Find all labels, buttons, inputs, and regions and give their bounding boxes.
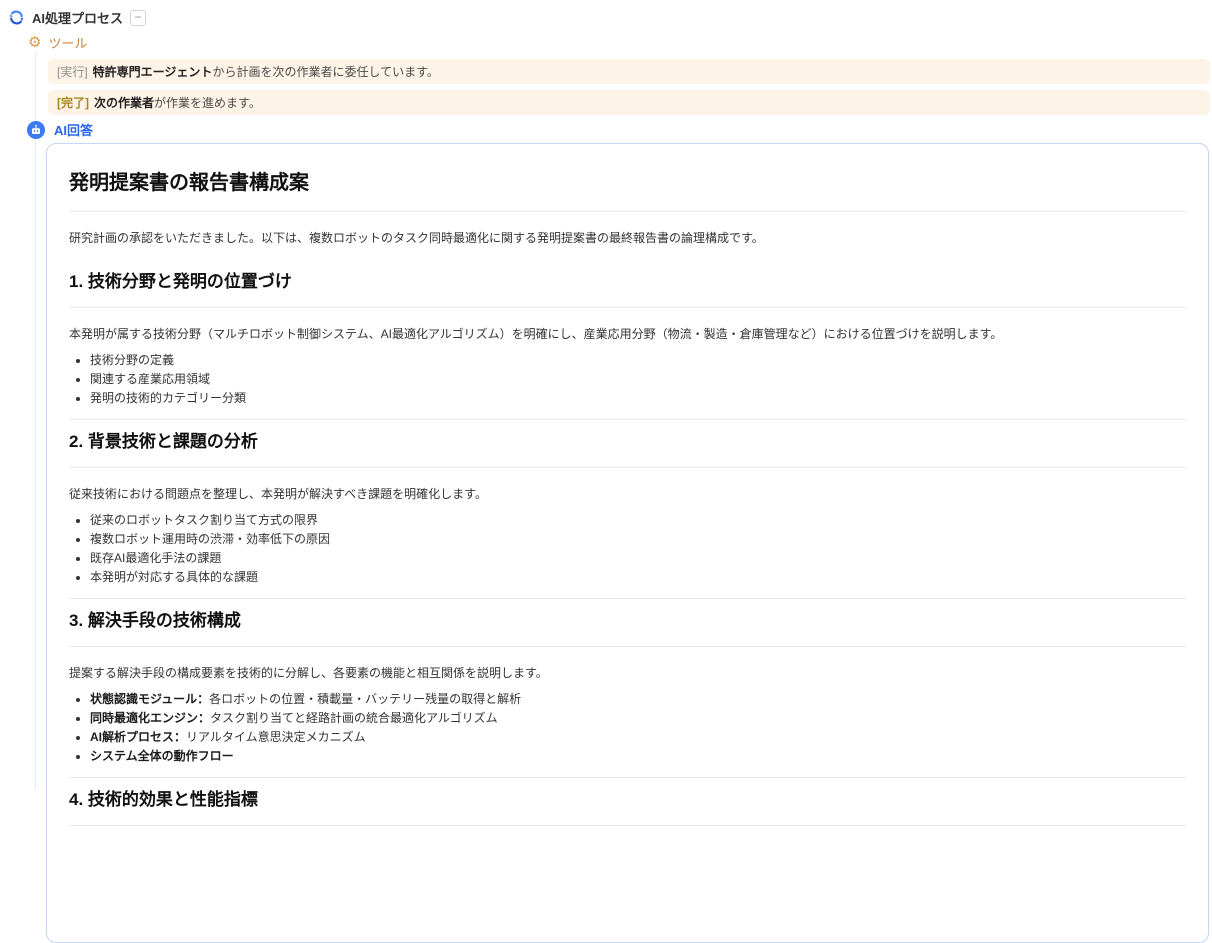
tools-label: ツール bbox=[48, 36, 88, 51]
bullet-item: 従来のロボットタスク割り当て方式の限界 bbox=[90, 511, 1186, 530]
status-worker-name: 次の作業者 bbox=[94, 96, 155, 110]
section-heading: 1. 技術分野と発明の位置づけ bbox=[69, 271, 1186, 308]
section-bullet-list: 従来のロボットタスク割り当て方式の限界複数ロボット運用時の渋滞・効率低下の原因既… bbox=[69, 511, 1186, 587]
section-paragraph: 従来技術における問題点を整理し、本発明が解決すべき課題を明確化します。 bbox=[69, 487, 487, 501]
section-bullet-list: 状態認識モジュール：各ロボットの位置・積載量・バッテリー残量の取得と解析同時最適… bbox=[69, 690, 1186, 766]
ai-process-header: AI処理プロセス − bbox=[8, 8, 147, 27]
ai-answer-label: AI回答 bbox=[54, 123, 94, 138]
status-message-executing: [実行] 特許専門エージェント から計画を次の作業者に委任しています。 bbox=[48, 59, 1210, 84]
collapse-button[interactable]: − bbox=[130, 9, 147, 26]
status-tag-completed: [完了] bbox=[57, 96, 89, 110]
section-heading: 2. 背景技術と課題の分析 bbox=[69, 431, 1186, 468]
document-intro: 研究計画の承認をいただきました。以下は、複数ロボットのタスク同時最適化に関する発… bbox=[69, 231, 764, 245]
bullet-item: 同時最適化エンジン：タスク割り当てと経路計画の統合最適化アルゴリズム bbox=[90, 709, 1186, 728]
section-paragraph: 提案する解決手段の構成要素を技術的に分解し、各要素の機能と相互関係を説明します。 bbox=[69, 666, 548, 680]
section-heading: 3. 解決手段の技術構成 bbox=[69, 610, 1186, 647]
section-paragraph: 本発明が属する技術分野（マルチロボット制御システム、AI最適化アルゴリズム）を明… bbox=[69, 327, 1003, 341]
ai-answer-panel: 発明提案書の報告書構成案 研究計画の承認をいただきました。以下は、複数ロボットの… bbox=[46, 143, 1209, 943]
status-text: から計画を次の作業者に委任しています。 bbox=[212, 65, 439, 79]
bullet-item: 状態認識モジュール：各ロボットの位置・積載量・バッテリー残量の取得と解析 bbox=[90, 690, 1186, 709]
bullet-item: システム全体の動作フロー bbox=[90, 747, 1186, 766]
process-title: AI処理プロセス bbox=[32, 11, 124, 26]
bullet-item: 発明の技術的カテゴリー分類 bbox=[90, 389, 1186, 408]
bullet-item: 複数ロボット運用時の渋滞・効率低下の原因 bbox=[90, 530, 1186, 549]
status-tag-executing: [実行] bbox=[57, 65, 88, 79]
tools-section-header: ⚙ ツール bbox=[28, 33, 87, 52]
section-bullet-list: 技術分野の定義関連する産業応用領域発明の技術的カテゴリー分類 bbox=[69, 351, 1186, 408]
bullet-item: AI解析プロセス：リアルタイム意思決定メカニズム bbox=[90, 728, 1186, 747]
status-agent-name: 特許専門エージェント bbox=[92, 65, 213, 79]
gear-icon: ⚙ bbox=[28, 33, 42, 51]
bullet-item: 既存AI最適化手法の課題 bbox=[90, 549, 1186, 568]
section-divider bbox=[69, 777, 1186, 778]
bullet-item: 関連する産業応用領域 bbox=[90, 370, 1186, 389]
ai-answer-header: AI回答 bbox=[27, 120, 93, 139]
bullet-item: 技術分野の定義 bbox=[90, 351, 1186, 370]
section-heading: 4. 技術的効果と性能指標 bbox=[69, 789, 1186, 826]
minus-icon: − bbox=[134, 10, 142, 24]
status-message-completed: [完了] 次の作業者 が作業を進めます。 bbox=[48, 90, 1210, 115]
section-divider bbox=[69, 419, 1186, 420]
document-title: 発明提案書の報告書構成案 bbox=[69, 170, 1186, 212]
tree-connector-line bbox=[35, 52, 36, 789]
sync-arrows-icon bbox=[9, 10, 24, 25]
document-sections: 1. 技術分野と発明の位置づけ本発明が属する技術分野（マルチロボット制御システム… bbox=[69, 271, 1186, 826]
status-text: が作業を進めます。 bbox=[154, 96, 261, 110]
robot-icon bbox=[27, 120, 45, 139]
section-divider bbox=[69, 598, 1186, 599]
bullet-item: 本発明が対応する具体的な課題 bbox=[90, 568, 1186, 587]
